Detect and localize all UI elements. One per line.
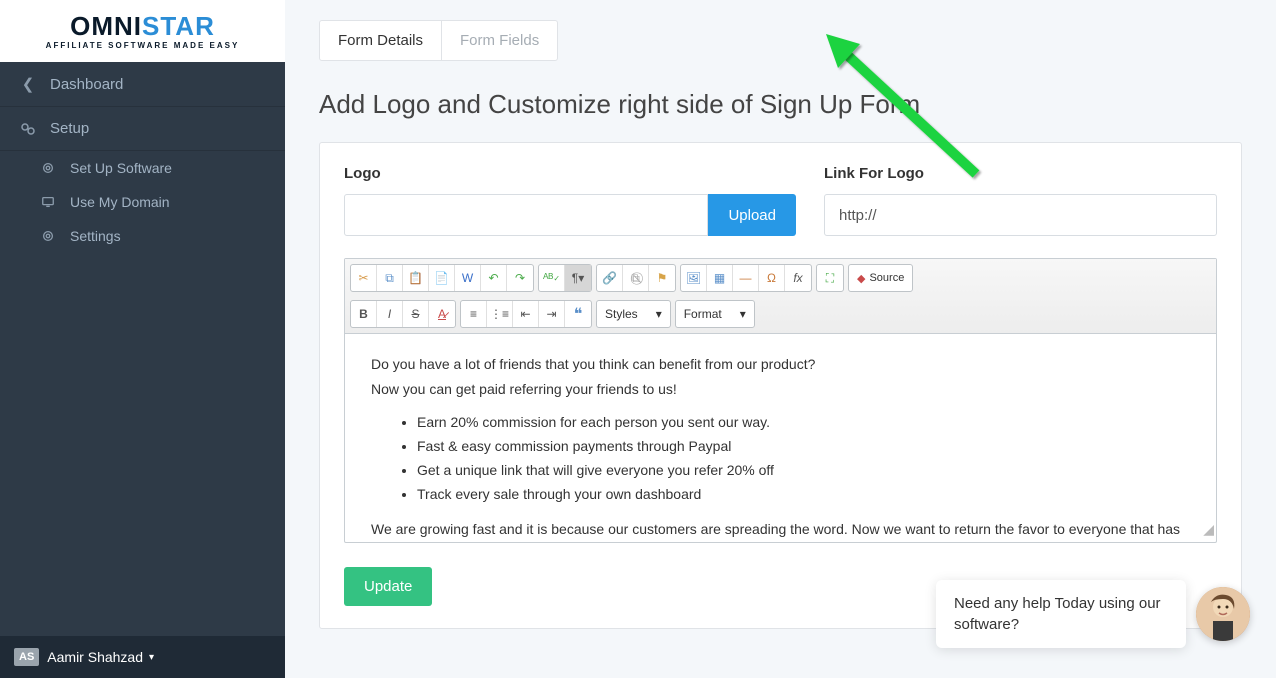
blockquote-icon[interactable]: ❝: [565, 301, 591, 327]
nav-dashboard[interactable]: ❮ Dashboard: [0, 62, 285, 107]
nav-set-up-software[interactable]: Set Up Software: [20, 151, 285, 185]
gear-icon: [38, 229, 58, 243]
editor-body[interactable]: Do you have a lot of friends that you th…: [345, 334, 1216, 542]
scayt-icon[interactable]: ¶▾: [565, 265, 591, 291]
nav-setup-sub: Set Up Software Use My Domain Settings: [0, 151, 285, 253]
user-menu[interactable]: AS Aamir Shahzad ▾: [0, 636, 285, 678]
user-initials: AS: [14, 648, 39, 666]
chat-avatar[interactable]: [1196, 587, 1250, 641]
upload-button[interactable]: Upload: [708, 194, 796, 236]
styles-select[interactable]: Styles▾: [596, 300, 671, 328]
gear-icon: [38, 161, 58, 175]
hr-icon[interactable]: —: [733, 265, 759, 291]
user-name: Aamir Shahzad: [47, 649, 143, 665]
logo-file-input[interactable]: [344, 194, 708, 236]
table-icon[interactable]: ▦: [707, 265, 733, 291]
logo-tagline: AFFILIATE SOFTWARE MADE EASY: [46, 41, 240, 50]
link-input[interactable]: [824, 194, 1217, 236]
chevron-left-icon: ❮: [18, 75, 38, 93]
cut-icon[interactable]: ✂: [351, 265, 377, 291]
indent-icon[interactable]: ⇥: [539, 301, 565, 327]
tab-form-fields[interactable]: Form Fields: [442, 21, 557, 60]
chevron-down-icon: ▾: [149, 652, 154, 663]
page-title: Add Logo and Customize right side of Sig…: [319, 89, 1242, 120]
paste-text-icon[interactable]: 📄: [429, 265, 455, 291]
monitor-icon: [38, 195, 58, 209]
logo-area[interactable]: OMNISTAR AFFILIATE SOFTWARE MADE EASY: [0, 0, 285, 62]
logo-text: OMNISTAR: [70, 13, 215, 39]
tabs: Form Details Form Fields: [319, 20, 558, 61]
chat-widget: Need any help Today using our software?: [936, 580, 1250, 648]
format-select[interactable]: Format▾: [675, 300, 755, 328]
spellcheck-icon[interactable]: ᴬᴮ✓: [539, 265, 565, 291]
italic-icon[interactable]: I: [377, 301, 403, 327]
undo-icon[interactable]: ↶: [481, 265, 507, 291]
source-button[interactable]: ◆Source: [848, 264, 913, 292]
panel-form: Logo Upload Link For Logo ✂ ⧉ 📋: [319, 142, 1242, 629]
unlink-icon[interactable]: ⧉⃠: [623, 265, 649, 291]
outdent-icon[interactable]: ⇤: [513, 301, 539, 327]
bullet-list-icon[interactable]: ⋮≡: [487, 301, 513, 327]
label-link: Link For Logo: [824, 165, 1217, 182]
image-icon[interactable]: 🖼: [681, 265, 707, 291]
remove-format-icon[interactable]: A̷: [429, 301, 455, 327]
bold-icon[interactable]: B: [351, 301, 377, 327]
special-char-icon[interactable]: Ω: [759, 265, 785, 291]
paste-word-icon[interactable]: W: [455, 265, 481, 291]
redo-icon[interactable]: ↷: [507, 265, 533, 291]
numbered-list-icon[interactable]: ≡: [461, 301, 487, 327]
maximize-icon[interactable]: ⛶: [817, 265, 843, 291]
nav: ❮ Dashboard Setup Set Up Software: [0, 62, 285, 636]
chat-bubble[interactable]: Need any help Today using our software?: [936, 580, 1186, 648]
update-button[interactable]: Update: [344, 567, 432, 606]
copy-icon[interactable]: ⧉: [377, 265, 403, 291]
nav-setup[interactable]: Setup: [0, 107, 285, 151]
sidebar: OMNISTAR AFFILIATE SOFTWARE MADE EASY ❮ …: [0, 0, 285, 678]
math-icon[interactable]: fx: [785, 265, 811, 291]
rich-text-editor: ✂ ⧉ 📋 📄 W ↶ ↷ ᴬᴮ✓ ¶▾ 🔗 ⧉⃠: [344, 258, 1217, 543]
editor-toolbar: ✂ ⧉ 📋 📄 W ↶ ↷ ᴬᴮ✓ ¶▾ 🔗 ⧉⃠: [345, 259, 1216, 334]
anchor-icon[interactable]: ⚑: [649, 265, 675, 291]
label-logo: Logo: [344, 165, 796, 182]
paste-icon[interactable]: 📋: [403, 265, 429, 291]
nav-settings[interactable]: Settings: [20, 219, 285, 253]
tab-form-details[interactable]: Form Details: [320, 21, 442, 60]
strike-icon[interactable]: S: [403, 301, 429, 327]
nav-use-my-domain[interactable]: Use My Domain: [20, 185, 285, 219]
resize-handle-icon[interactable]: ◢: [1203, 519, 1214, 540]
link-icon[interactable]: 🔗: [597, 265, 623, 291]
gears-icon: [18, 121, 38, 137]
